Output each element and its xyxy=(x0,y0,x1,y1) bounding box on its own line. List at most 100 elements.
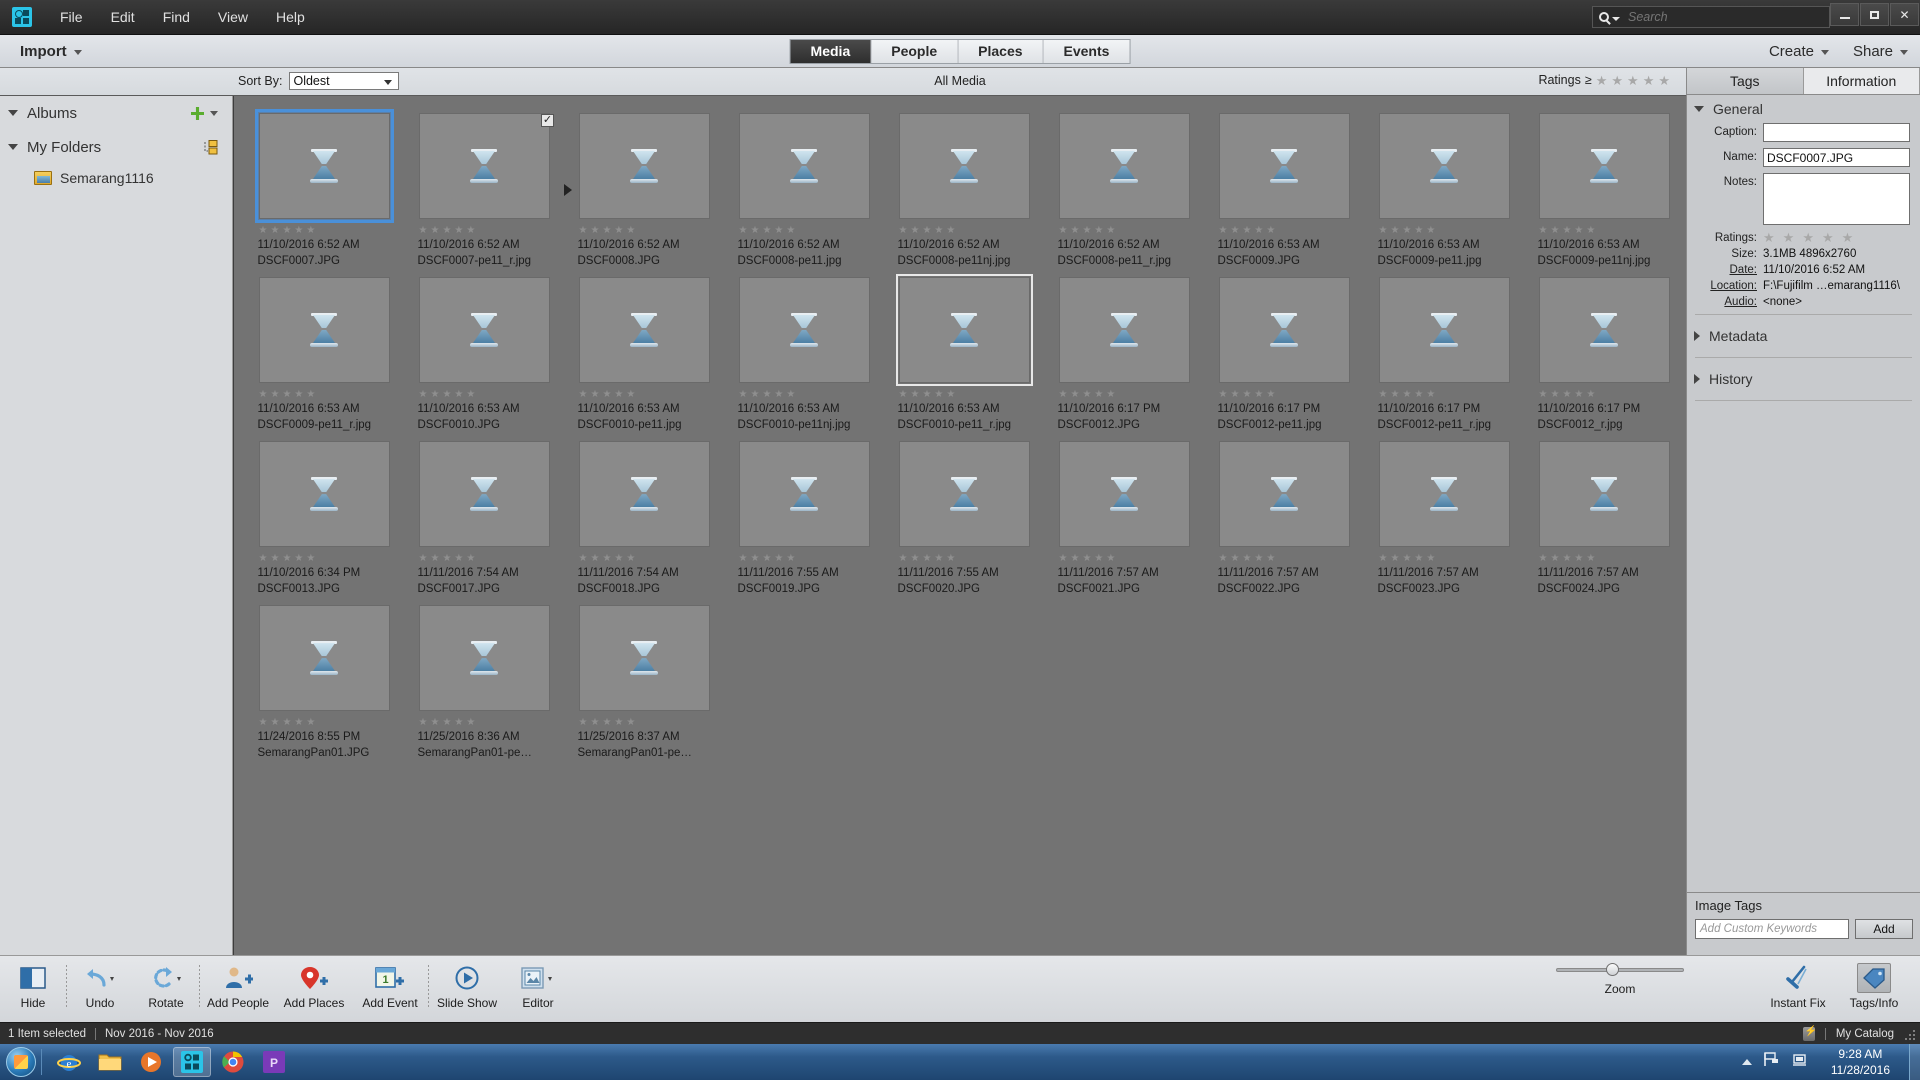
menu-item-file[interactable]: File xyxy=(46,6,97,28)
sort-by-select[interactable]: Oldest xyxy=(289,72,400,90)
media-thumbnail-item[interactable]: ★ ★ ★ ★ ★ 11/10/2016 6:53 AM DSCF0009-pe11.jpg xyxy=(1364,112,1524,269)
rating-star[interactable]: ★ xyxy=(1574,390,1583,400)
thumbnail-rating-stars[interactable]: ★ ★ ★ ★ ★ xyxy=(418,718,551,728)
thumbnail-image[interactable] xyxy=(418,440,551,548)
rating-star-1[interactable]: ★ xyxy=(1763,231,1775,244)
rating-star[interactable]: ★ xyxy=(1550,554,1559,564)
thumbnail-rating-stars[interactable]: ★ ★ ★ ★ ★ xyxy=(1218,390,1351,400)
minimize-button[interactable] xyxy=(1830,3,1859,26)
media-thumbnail-item[interactable]: ★ ★ ★ ★ ★ 11/10/2016 6:53 AM DSCF0010-pe11nj.j… xyxy=(724,276,884,433)
thumbnail-rating-stars[interactable]: ★ ★ ★ ★ ★ xyxy=(258,718,391,728)
thumbnail-image[interactable] xyxy=(895,274,1033,387)
rating-star[interactable]: ★ xyxy=(946,554,955,564)
rating-star[interactable]: ★ xyxy=(1106,226,1115,236)
thumbnail-image[interactable] xyxy=(738,112,871,220)
rating-star[interactable]: ★ xyxy=(750,226,759,236)
rating-star[interactable]: ★ xyxy=(270,390,279,400)
thumbnail-rating-stars[interactable]: ★ ★ ★ ★ ★ xyxy=(258,554,391,564)
tab-tags[interactable]: Tags xyxy=(1687,68,1804,94)
rating-star[interactable]: ★ xyxy=(1402,554,1411,564)
thumbnail-image[interactable] xyxy=(1538,276,1671,384)
taskbar-item-file-explorer[interactable] xyxy=(91,1047,129,1077)
rating-star[interactable]: ★ xyxy=(294,718,303,728)
media-thumbnail-item[interactable]: ★ ★ ★ ★ ★ 11/11/2016 7:54 AM DSCF0018.JPG xyxy=(564,440,724,597)
thumbnail-image[interactable] xyxy=(1538,112,1671,220)
sidebar-item-folder[interactable]: Semarang1116 xyxy=(0,164,232,192)
thumbnail-rating-stars[interactable]: ★ ★ ★ ★ ★ xyxy=(738,554,871,564)
ratings-filter-star-2[interactable]: ★ xyxy=(1611,74,1623,87)
rating-star[interactable]: ★ xyxy=(466,390,475,400)
rating-star[interactable]: ★ xyxy=(786,554,795,564)
rating-star[interactable]: ★ xyxy=(430,554,439,564)
rating-star[interactable]: ★ xyxy=(1390,226,1399,236)
media-thumbnail-item[interactable]: ★ ★ ★ ★ ★ 11/10/2016 6:52 AM DSCF0008-pe11nj.j… xyxy=(884,112,1044,269)
rating-star[interactable]: ★ xyxy=(626,718,635,728)
rating-star[interactable]: ★ xyxy=(1219,226,1228,236)
rating-star[interactable]: ★ xyxy=(294,226,303,236)
catalog-icon[interactable] xyxy=(1802,1026,1817,1041)
thumbnail-rating-stars[interactable]: ★ ★ ★ ★ ★ xyxy=(1538,390,1671,400)
thumbnail-rating-stars[interactable]: ★ ★ ★ ★ ★ xyxy=(1378,554,1511,564)
rating-star[interactable]: ★ xyxy=(1379,554,1388,564)
zoom-slider[interactable]: Zoom xyxy=(1556,963,1684,996)
rating-star[interactable]: ★ xyxy=(1094,390,1103,400)
thumbnail-image[interactable] xyxy=(254,109,394,223)
import-button[interactable]: Import xyxy=(14,41,88,62)
rating-star[interactable]: ★ xyxy=(306,718,315,728)
thumbnail-image[interactable] xyxy=(898,440,1031,548)
notes-field[interactable] xyxy=(1763,173,1910,225)
rating-star[interactable]: ★ xyxy=(306,554,315,564)
rating-star[interactable]: ★ xyxy=(442,390,451,400)
rating-star[interactable]: ★ xyxy=(270,554,279,564)
rating-star[interactable]: ★ xyxy=(934,226,943,236)
media-thumbnail-item[interactable]: ★ ★ ★ ★ ★ 11/24/2016 8:55 PM SemarangPan01.JPG xyxy=(244,604,404,761)
rating-star[interactable]: ★ xyxy=(614,226,623,236)
thumbnail-image[interactable] xyxy=(258,276,391,384)
ratings-filter-star-5[interactable]: ★ xyxy=(1658,74,1670,87)
thumbnail-image[interactable] xyxy=(1058,276,1191,384)
rating-star[interactable]: ★ xyxy=(466,718,475,728)
rating-star[interactable]: ★ xyxy=(419,554,428,564)
media-thumbnail-item[interactable]: ★ ★ ★ ★ ★ 11/11/2016 7:55 AM DSCF0019.JPG xyxy=(724,440,884,597)
media-thumbnail-item[interactable]: ★ ★ ★ ★ ★ 11/11/2016 7:55 AM DSCF0020.JPG xyxy=(884,440,1044,597)
rating-star[interactable]: ★ xyxy=(1059,390,1068,400)
rating-star[interactable]: ★ xyxy=(1574,226,1583,236)
rating-star[interactable]: ★ xyxy=(579,718,588,728)
rating-star[interactable]: ★ xyxy=(614,554,623,564)
rating-star[interactable]: ★ xyxy=(614,718,623,728)
thumbnail-rating-stars[interactable]: ★ ★ ★ ★ ★ xyxy=(1218,226,1351,236)
rating-star[interactable]: ★ xyxy=(579,390,588,400)
audio-label[interactable]: Audio: xyxy=(1687,296,1763,308)
rating-star[interactable]: ★ xyxy=(739,226,748,236)
rating-star[interactable]: ★ xyxy=(419,226,428,236)
thumbnail-image[interactable] xyxy=(1218,276,1351,384)
rating-star[interactable]: ★ xyxy=(454,554,463,564)
taskbar-item-pse-editor[interactable]: P xyxy=(255,1047,293,1077)
thumbnail-image[interactable] xyxy=(418,604,551,712)
rating-star[interactable]: ★ xyxy=(750,390,759,400)
rating-star-5[interactable]: ★ xyxy=(1842,231,1854,244)
create-button[interactable]: Create xyxy=(1769,43,1829,60)
rating-star[interactable]: ★ xyxy=(1586,390,1595,400)
thumbnail-rating-stars[interactable]: ★ ★ ★ ★ ★ xyxy=(258,226,391,236)
rating-star[interactable]: ★ xyxy=(899,554,908,564)
rating-star[interactable]: ★ xyxy=(419,718,428,728)
caption-field[interactable] xyxy=(1763,123,1910,142)
rating-star-2[interactable]: ★ xyxy=(1783,231,1795,244)
keyword-input[interactable]: Add Custom Keywords xyxy=(1695,919,1849,939)
instant-fix-button[interactable]: Instant Fix xyxy=(1760,956,1836,1010)
thumbnail-rating-stars[interactable]: ★ ★ ★ ★ ★ xyxy=(1538,226,1671,236)
rating-star[interactable]: ★ xyxy=(1070,226,1079,236)
add-keyword-button[interactable]: Add xyxy=(1855,919,1913,939)
rating-star[interactable]: ★ xyxy=(1082,554,1091,564)
rating-star[interactable]: ★ xyxy=(946,226,955,236)
rating-star[interactable]: ★ xyxy=(899,226,908,236)
media-thumbnail-item[interactable]: ★ ★ ★ ★ ★ 11/11/2016 7:54 AM DSCF0017.JPG xyxy=(404,440,564,597)
ratings-stars[interactable]: ★ ★ ★ ★ ★ xyxy=(1763,231,1853,244)
undo-button[interactable]: Undo xyxy=(67,956,133,1010)
tags-info-button[interactable]: Tags/Info xyxy=(1836,956,1912,1010)
rating-star[interactable]: ★ xyxy=(282,718,291,728)
rating-star[interactable]: ★ xyxy=(1106,390,1115,400)
rating-star[interactable]: ★ xyxy=(922,226,931,236)
media-thumbnail-item[interactable]: ★ ★ ★ ★ ★ 11/10/2016 6:53 AM DSCF0010-pe11.jpg xyxy=(564,276,724,433)
